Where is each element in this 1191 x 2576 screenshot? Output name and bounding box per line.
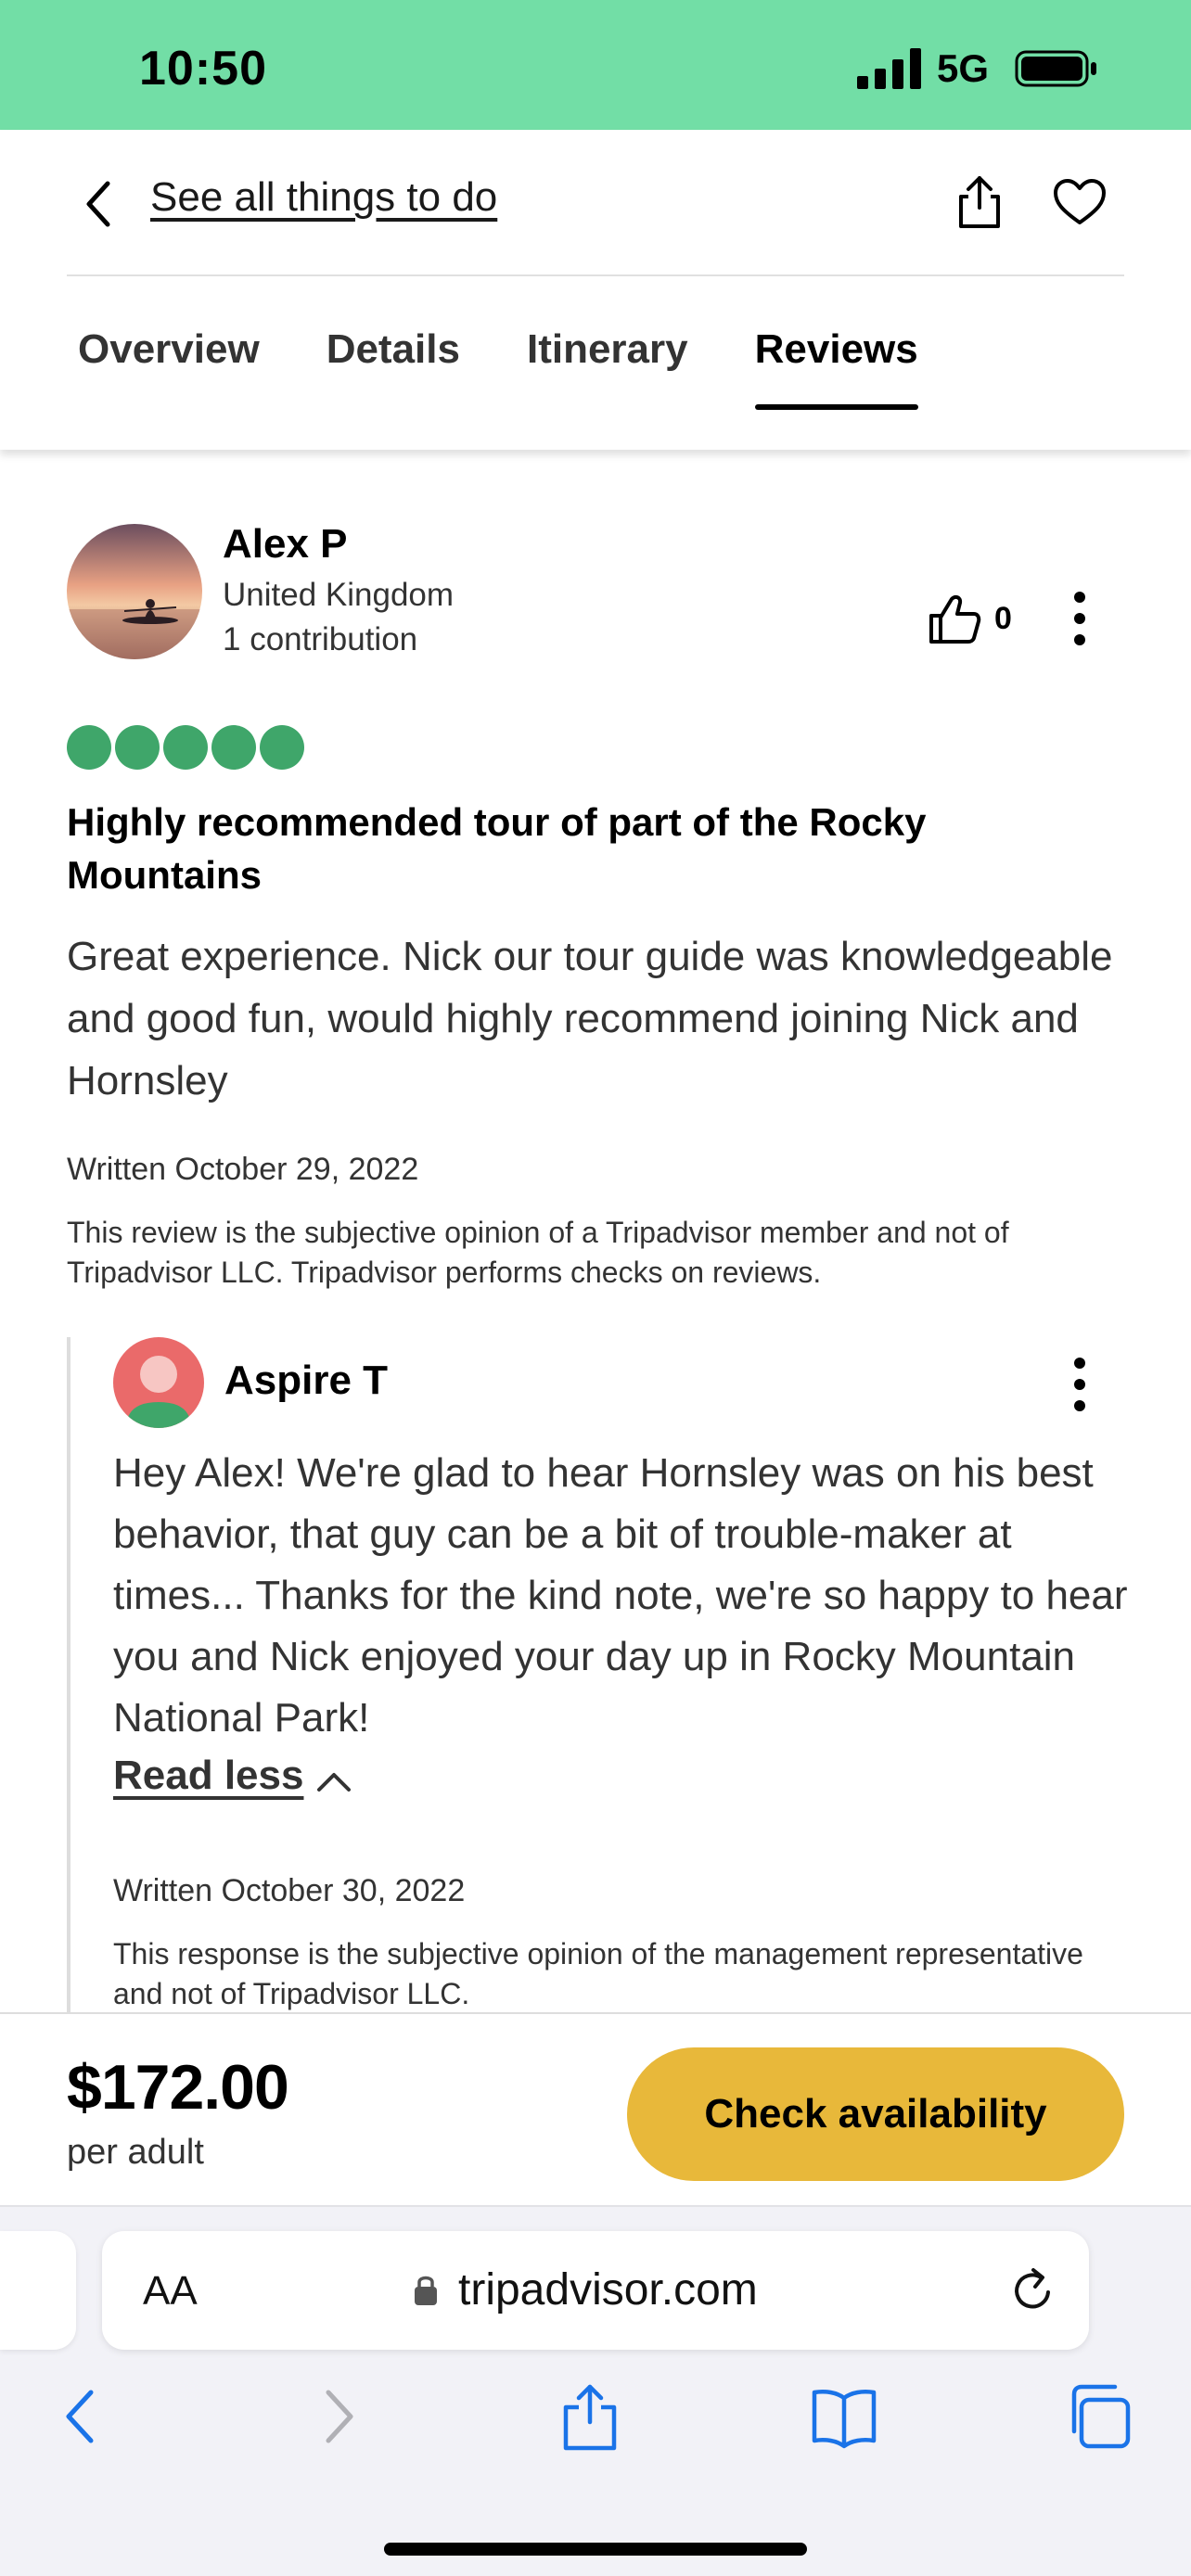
rating-bubbles [67, 725, 304, 770]
read-less-link[interactable]: Read less [113, 1753, 303, 1799]
tab-overview[interactable]: Overview [78, 326, 260, 401]
responder-avatar[interactable] [113, 1337, 204, 1428]
share-icon[interactable] [553, 2379, 627, 2454]
lock-icon [415, 2276, 437, 2305]
tabs-icon[interactable] [1061, 2379, 1135, 2454]
network-label: 5G [937, 46, 990, 90]
rating-bubble [260, 725, 304, 770]
forward-icon[interactable] [302, 2379, 377, 2454]
reviewer-location: United Kingdom [223, 577, 455, 613]
reload-icon[interactable] [1007, 2264, 1059, 2316]
url-text[interactable]: tripadvisor.com [458, 2264, 758, 2315]
review-title: Highly recommended tour of part of the R… [67, 800, 927, 897]
previous-tab-preview[interactable] [0, 2231, 76, 2350]
battery-icon [1015, 50, 1096, 87]
review-body: Great experience. Nick our tour guide wa… [67, 934, 1113, 1103]
price-unit: per adult [67, 2133, 204, 2172]
review-date: Written October 29, 2022 [67, 1152, 419, 1187]
response-disclaimer: This response is the subjective opinion … [113, 1937, 1083, 2010]
see-all-things-link[interactable]: See all things to do [150, 174, 497, 221]
home-indicator [384, 2543, 807, 2556]
response-indent-bar [67, 1337, 70, 2016]
rating-bubble [211, 725, 256, 770]
address-bar[interactable]: AA tripadvisor.com [102, 2231, 1089, 2350]
rating-bubble [67, 725, 111, 770]
thumbs-up-icon[interactable] [928, 593, 981, 645]
page-header: See all things to do Overview Details It… [0, 130, 1191, 450]
text-size-button[interactable]: AA [143, 2268, 198, 2315]
tab-itinerary[interactable]: Itinerary [527, 326, 688, 401]
header-divider [67, 274, 1124, 276]
reviewer-contributions: 1 contribution [223, 621, 418, 657]
responder-name[interactable]: Aspire T [224, 1358, 388, 1404]
rating-bubble [163, 725, 208, 770]
bookmarks-icon[interactable] [807, 2379, 881, 2454]
tab-details[interactable]: Details [327, 326, 460, 401]
tab-reviews[interactable]: Reviews [754, 326, 918, 410]
kayak-photo-icon [67, 524, 202, 659]
share-icon[interactable] [954, 171, 1005, 232]
price: $172.00 [67, 2052, 289, 2123]
response-body: Hey Alex! We're glad to hear Hornsley wa… [113, 1450, 1128, 1741]
section-tabs: Overview Details Itinerary Reviews [78, 326, 918, 410]
chevron-left-icon[interactable] [80, 178, 117, 230]
response-date: Written October 30, 2022 [113, 1873, 466, 1908]
signal-icon [857, 48, 921, 89]
browser-toolbar [0, 2379, 1191, 2491]
rating-bubble [115, 725, 160, 770]
status-time: 10:50 [139, 42, 267, 96]
check-availability-button[interactable]: Check availability [627, 2047, 1124, 2181]
reviewer-name[interactable]: Alex P [223, 521, 348, 567]
more-options-icon[interactable] [1069, 590, 1091, 647]
review-disclaimer: This review is the subjective opinion of… [67, 1216, 1009, 1289]
status-bar: 10:50 5G [0, 0, 1191, 130]
more-options-icon[interactable] [1069, 1356, 1091, 1413]
helpful-count: 0 [994, 601, 1012, 636]
back-icon[interactable] [43, 2379, 117, 2454]
reviewer-avatar[interactable] [67, 524, 202, 659]
default-avatar-icon [113, 1337, 204, 1428]
booking-bar: $172.00 per adult Check availability [0, 2012, 1191, 2205]
chevron-up-icon[interactable] [314, 1767, 354, 1795]
heart-icon[interactable] [1052, 178, 1108, 226]
browser-chrome: AA tripadvisor.com [0, 2205, 1191, 2576]
